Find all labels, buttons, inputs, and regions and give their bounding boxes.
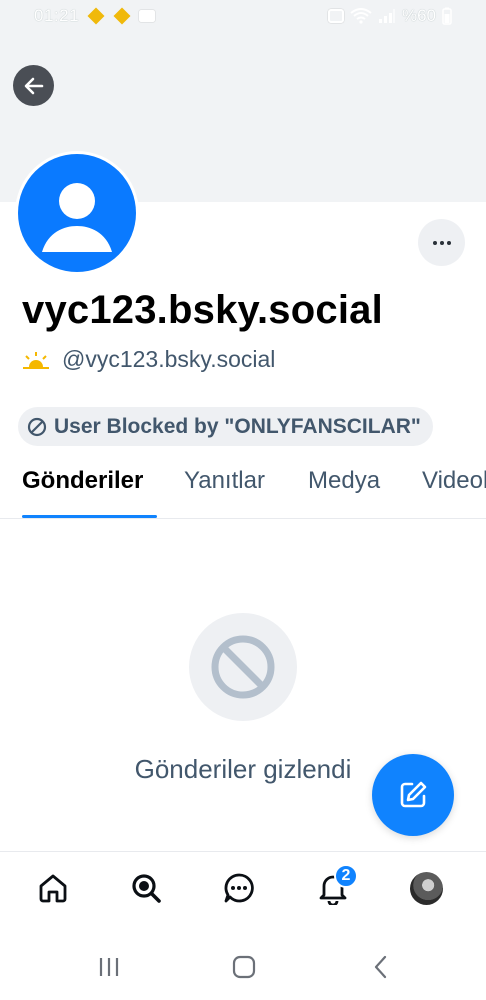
arrow-left-icon bbox=[24, 77, 43, 94]
recent-apps-icon bbox=[99, 958, 119, 976]
default-avatar-icon bbox=[42, 183, 112, 252]
search-icon bbox=[132, 874, 161, 903]
sunrise-icon bbox=[23, 351, 49, 369]
active-tab-indicator bbox=[22, 515, 157, 518]
my-avatar bbox=[409, 871, 443, 905]
chat-icon bbox=[224, 873, 254, 903]
handle-row: @vyc123.bsky.social bbox=[22, 346, 275, 373]
compose-button[interactable] bbox=[372, 754, 454, 836]
nav-home[interactable] bbox=[33, 868, 73, 908]
compose-icon bbox=[400, 781, 427, 808]
back-button[interactable] bbox=[13, 65, 54, 106]
display-name: vyc123.bsky.social bbox=[22, 288, 383, 332]
posts-hidden-icon-container bbox=[189, 613, 297, 721]
dot bbox=[439, 240, 444, 245]
binance-icon bbox=[113, 7, 131, 25]
system-navigation-bar bbox=[0, 935, 486, 1000]
handle: @vyc123.bsky.social bbox=[62, 346, 276, 372]
block-icon bbox=[27, 417, 47, 436]
block-icon bbox=[211, 635, 275, 699]
recent-apps-button[interactable] bbox=[96, 955, 122, 979]
alarm-icon bbox=[327, 9, 344, 23]
status-time: 01:21 bbox=[34, 6, 80, 25]
wifi-icon bbox=[350, 8, 372, 24]
folder-icon bbox=[139, 10, 156, 22]
back-system-button[interactable] bbox=[368, 955, 394, 979]
tab-replies[interactable]: Yanıtlar bbox=[184, 455, 265, 518]
more-options-button[interactable] bbox=[418, 219, 465, 266]
home-system-button[interactable] bbox=[231, 955, 257, 979]
tab-media[interactable]: Medya bbox=[308, 455, 380, 518]
blocked-label-text: User Blocked by "ONLYFANSCILAR" bbox=[54, 414, 421, 438]
nav-chat[interactable] bbox=[219, 868, 259, 908]
binance-icon bbox=[87, 7, 105, 25]
profile-tabs: Gönderiler Yanıtlar Medya Videolar bbox=[0, 455, 486, 519]
nav-profile[interactable] bbox=[406, 868, 446, 908]
chevron-left-icon bbox=[374, 955, 387, 979]
battery-icon bbox=[442, 7, 452, 25]
battery-percent: %60 bbox=[401, 6, 436, 25]
signal-icon bbox=[378, 9, 395, 23]
tab-videos[interactable]: Videolar bbox=[422, 455, 486, 518]
home-square-icon bbox=[232, 955, 256, 979]
blocked-label: User Blocked by "ONLYFANSCILAR" bbox=[18, 407, 433, 446]
home-icon bbox=[39, 874, 67, 903]
notifications-badge: 2 bbox=[334, 864, 358, 888]
nav-search[interactable] bbox=[126, 868, 166, 908]
bottom-navigation: 2 bbox=[0, 851, 486, 935]
status-bar: 01:21 %60 bbox=[0, 0, 486, 32]
tab-posts[interactable]: Gönderiler bbox=[22, 455, 143, 518]
profile-avatar[interactable] bbox=[15, 151, 139, 275]
dot bbox=[446, 240, 451, 245]
dot bbox=[432, 240, 437, 245]
